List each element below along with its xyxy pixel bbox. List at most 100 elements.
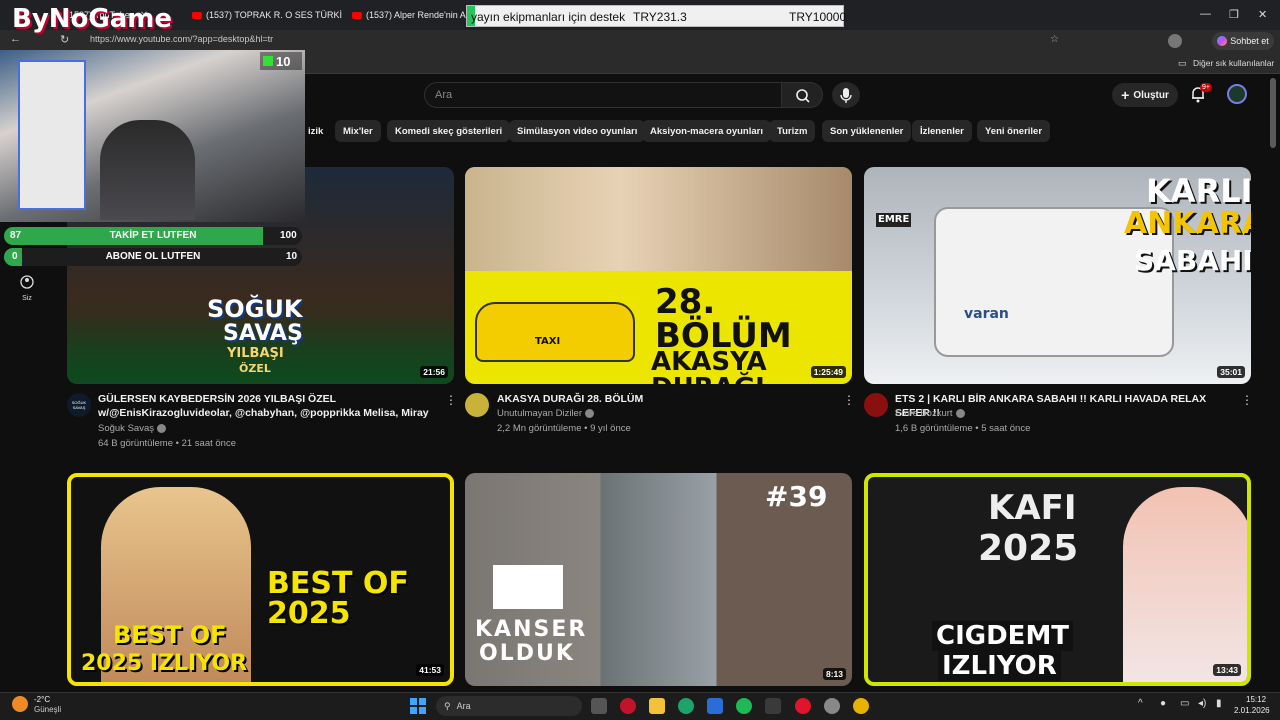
thumb-text: KANSER	[475, 617, 588, 642]
account-avatar[interactable]	[1227, 84, 1247, 104]
other-bookmarks[interactable]: Diğer sık kullanılanlar	[1193, 58, 1274, 68]
thumb-text: CIGDEMT	[932, 621, 1074, 651]
microphone-tray-icon[interactable]: ●	[1160, 698, 1166, 709]
streamer-image	[100, 120, 195, 220]
logo-mark	[493, 565, 563, 609]
minimize-icon[interactable]: —	[1200, 8, 1211, 20]
chevron-up-icon[interactable]: ^	[1138, 698, 1143, 709]
network-icon[interactable]: ▭	[1180, 698, 1189, 709]
channel-avatar[interactable]	[465, 393, 489, 417]
status-icon	[263, 56, 273, 66]
thumb-text: TAXI	[535, 336, 561, 347]
file-explorer-icon[interactable]	[649, 698, 665, 714]
more-options-icon[interactable]: ⋮	[445, 393, 457, 407]
tab-toprak[interactable]: (1537) TOPRAK R. O SES TÜRKİYE ✕	[192, 4, 342, 26]
channel-avatar[interactable]: SOĞUK SAVAŞ	[67, 393, 91, 417]
clock-time[interactable]: 15:12	[1246, 695, 1266, 704]
chip-recent[interactable]: Son yüklenenler	[822, 120, 912, 142]
thumb-text: EMRE	[876, 213, 912, 227]
weather-temp: -2°C	[34, 695, 51, 704]
video-title[interactable]: AKASYA DURAĞI 28. BÖLÜM	[497, 392, 837, 406]
channel-name[interactable]: Soğuk Savaş	[98, 423, 166, 434]
tab-alper[interactable]: (1537) Alper Rende'nin Ame	[352, 4, 470, 26]
thumb-text: SAVAŞ	[223, 321, 303, 346]
search-button[interactable]	[781, 82, 823, 108]
taskbar	[0, 692, 1280, 720]
thumb-text: 2025 IZLIYOR	[81, 651, 248, 676]
tab-label: (1537) TOPRAK R. O SES TÜRKİYE	[206, 10, 342, 20]
opera-gx-icon[interactable]	[620, 698, 636, 714]
thumb-text: ANKARA	[1124, 206, 1251, 241]
thumb-text: SOĞUK	[207, 295, 303, 323]
video-thumbnail[interactable]: TAXI 28. BÖLÜM AKASYA DURAĞI 1:25:49	[465, 167, 852, 384]
taskbar-search[interactable]: ⚲ Ara	[436, 696, 582, 716]
taskbar-search-placeholder: Ara	[456, 701, 471, 711]
chrome-icon[interactable]	[853, 698, 869, 714]
start-button[interactable]	[410, 698, 426, 714]
close-window-icon[interactable]: ✕	[1258, 8, 1267, 21]
cam-counter: 10	[260, 52, 302, 70]
channel-avatar[interactable]	[864, 393, 888, 417]
chip-watched[interactable]: İzlenenler	[912, 120, 972, 142]
star-icon[interactable]: ☆	[1050, 34, 1059, 45]
weather-icon[interactable]	[12, 696, 28, 712]
search-input[interactable]: Ara	[424, 82, 782, 108]
video-thumbnail[interactable]: BEST OF 2025 BEST OF 2025 IZLIYOR 41:53	[67, 473, 454, 686]
copilot-label: Sohbet et	[1230, 36, 1269, 46]
scrollbar-thumb[interactable]	[1270, 78, 1276, 148]
subscribe-goal: 10	[286, 251, 298, 262]
voice-search-button[interactable]	[832, 82, 860, 108]
channel-name[interactable]: Unutulmayan Diziler	[497, 408, 595, 419]
subscribe-goal-bar: 0 ABONE OL LUTFEN 10	[4, 248, 302, 266]
plus-icon: +	[1121, 87, 1130, 103]
spotify-icon[interactable]	[736, 698, 752, 714]
chip-mixes[interactable]: Mix'ler	[335, 120, 381, 142]
media-player-icon[interactable]	[765, 698, 781, 714]
video-thumbnail[interactable]: KAFI 2025 CIGDEMT IZLIYOR 13:43	[864, 473, 1251, 686]
copilot-button[interactable]: Sohbet et	[1212, 32, 1274, 50]
search-icon: ⚲	[444, 700, 451, 711]
chip-tourism[interactable]: Turizm	[769, 120, 816, 142]
more-options-icon[interactable]: ⋮	[843, 393, 855, 407]
more-options-icon[interactable]: ⋮	[1241, 393, 1253, 407]
chip-new[interactable]: Yeni öneriler	[977, 120, 1051, 142]
video-thumbnail[interactable]: varan KARLI ANKARA SABAHI EMRE 35:01	[864, 167, 1251, 384]
thumb-text: varan	[964, 306, 1009, 322]
notifications-button[interactable]: 9+	[1190, 83, 1212, 105]
chip-comedy[interactable]: Komedi skeç gösterileri	[387, 120, 511, 142]
profile-avatar[interactable]	[1168, 34, 1182, 48]
video-meta: 1,6 B görüntüleme • 5 saat önce	[895, 423, 1031, 434]
duration-badge: 8:13	[822, 668, 846, 680]
address-bar: ← ↻ https://www.youtube.com/?app=desktop…	[0, 30, 1280, 52]
chip-action[interactable]: Aksiyon-macera oyunları	[642, 120, 771, 142]
edge-icon[interactable]	[678, 698, 694, 714]
duration-badge: 21:56	[420, 366, 448, 378]
channel-name[interactable]: Emre Bozkurt	[895, 408, 965, 419]
maximize-icon[interactable]: ❐	[1229, 8, 1239, 21]
thumb-text: 28. BÖLÜM	[655, 282, 792, 356]
streamer-photo	[1123, 487, 1247, 682]
thumb-text: #39	[765, 480, 828, 513]
thumb-text: 2025	[978, 528, 1079, 569]
create-label: Oluştur	[1133, 89, 1169, 101]
obs-icon[interactable]	[824, 698, 840, 714]
create-button[interactable]: + Oluştur	[1112, 83, 1178, 107]
donation-label: yayın ekipmanları için destek	[471, 10, 626, 24]
sidebar-item-you[interactable]: Siz	[12, 274, 42, 302]
battery-icon[interactable]: ▮	[1216, 698, 1222, 709]
volume-icon[interactable]: ◂)	[1198, 698, 1206, 709]
clock-date[interactable]: 2.01.2026	[1234, 706, 1270, 715]
follow-goal: 100	[280, 230, 297, 241]
task-view-icon[interactable]	[591, 698, 607, 714]
opera-icon[interactable]	[795, 698, 811, 714]
thumb-text: YILBAŞI	[227, 346, 284, 361]
video-title[interactable]: GÜLERSEN KAYBEDERSİN 2026 YILBAŞI ÖZEL w…	[98, 392, 438, 420]
bynogame-logo: ByNoGame	[12, 4, 172, 44]
thumb-text: OLDUK	[479, 641, 575, 666]
follow-label: TAKİP ET LUTFEN	[109, 230, 197, 241]
chip-simulation[interactable]: Simülasyon video oyunları	[509, 120, 646, 142]
thumb-text: ÖZEL	[239, 362, 271, 375]
store-icon[interactable]	[707, 698, 723, 714]
sidebar-label: Siz	[22, 295, 32, 302]
video-thumbnail[interactable]: #39 KANSER OLDUK 8:13	[465, 473, 852, 686]
